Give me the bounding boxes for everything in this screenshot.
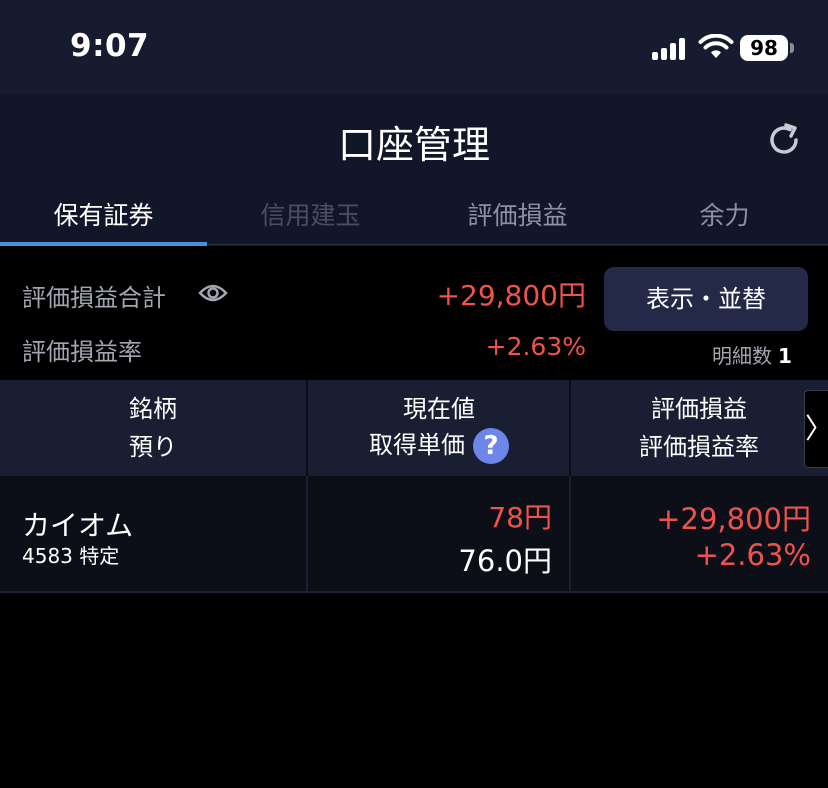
column-header-name[interactable]: 銘柄 預り (0, 380, 306, 476)
tab-holdings[interactable]: 保有証券 (0, 198, 207, 244)
detail-count-label: 明細数 (712, 344, 772, 368)
page-title: 口座管理 (337, 123, 490, 167)
total-pl-value: +29,800円 (436, 279, 586, 312)
column-header-price[interactable]: 現在値 取得単価? (308, 380, 570, 476)
header-stock-name: 銘柄 (129, 395, 177, 423)
wifi-icon (698, 34, 734, 58)
summary-panel: 評価損益合計 +29,800円 評価損益率 +2.63% 表示・並替 明細数 1 (0, 246, 828, 380)
row-pl-value: +29,800円 (656, 502, 811, 536)
cost-price: 76.0円 (458, 544, 552, 578)
tab-margin-positions[interactable]: 信用建玉 (207, 198, 414, 244)
app-header: 口座管理 保有証券 信用建玉 評価損益 余力 (0, 94, 828, 246)
help-icon[interactable]: ? (473, 428, 509, 464)
stock-code: 4583 特定 (22, 544, 120, 568)
status-bar: 9:07 98 (0, 0, 828, 94)
header-account-type: 預り (129, 433, 177, 461)
battery-indicator: 98 (740, 35, 788, 61)
table-header: 銘柄 預り 現在値 取得単価? 評価損益 評価損益率 〉 (0, 380, 828, 476)
row-pl-rate: +2.63% (694, 538, 811, 572)
tab-bar: 保有証券 信用建玉 評価損益 余力 (0, 198, 828, 244)
detail-count: 明細数 1 (712, 340, 792, 369)
header-pl: 評価損益 (651, 395, 747, 423)
tab-profit-loss[interactable]: 評価損益 (414, 198, 621, 244)
tab-buying-power[interactable]: 余力 (621, 198, 828, 244)
current-price: 78円 (488, 501, 552, 534)
battery-nub (790, 43, 794, 53)
refresh-icon[interactable] (764, 120, 804, 160)
header-current-price: 現在値 (403, 395, 475, 423)
stock-name: カイオム (22, 509, 134, 542)
header-cost-price: 取得単価 (369, 431, 465, 459)
pl-rate-label: 評価損益率 (22, 338, 142, 366)
total-pl-label: 評価損益合計 (22, 284, 166, 312)
column-header-pl[interactable]: 評価損益 評価損益率 (571, 380, 828, 476)
cellular-signal-icon (652, 38, 690, 60)
display-sort-button[interactable]: 表示・並替 (604, 267, 808, 331)
table-row[interactable]: カイオム 4583 特定 78円 76.0円 +29,800円 +2.63% (0, 476, 828, 592)
eye-icon[interactable] (198, 282, 228, 304)
clock-time: 9:07 (70, 28, 150, 64)
header-pl-rate: 評価損益率 (639, 433, 759, 461)
detail-count-value: 1 (778, 344, 792, 368)
scroll-right-icon[interactable]: 〉 (804, 390, 828, 468)
row-divider (0, 591, 828, 593)
pl-rate-value: +2.63% (485, 332, 586, 361)
